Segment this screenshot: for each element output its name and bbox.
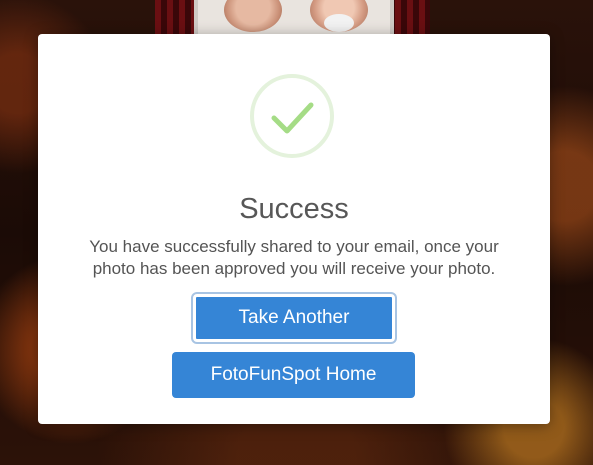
face-left xyxy=(224,0,282,32)
dialog-message: You have successfully shared to your ema… xyxy=(64,236,524,280)
success-dialog: Success You have successfully shared to … xyxy=(38,34,550,424)
beard xyxy=(324,14,354,32)
dialog-message-line-2: photo has been approved you will receive… xyxy=(92,259,496,278)
take-another-button[interactable]: Take Another xyxy=(193,294,395,342)
dialog-title: Success xyxy=(239,193,349,225)
home-button[interactable]: FotoFunSpot Home xyxy=(172,352,415,398)
checkmark-icon xyxy=(250,74,334,158)
dialog-message-line-1: You have successfully shared to your ema… xyxy=(89,237,499,256)
checkmark-icon-svg xyxy=(271,102,314,134)
background-photo xyxy=(194,0,394,34)
